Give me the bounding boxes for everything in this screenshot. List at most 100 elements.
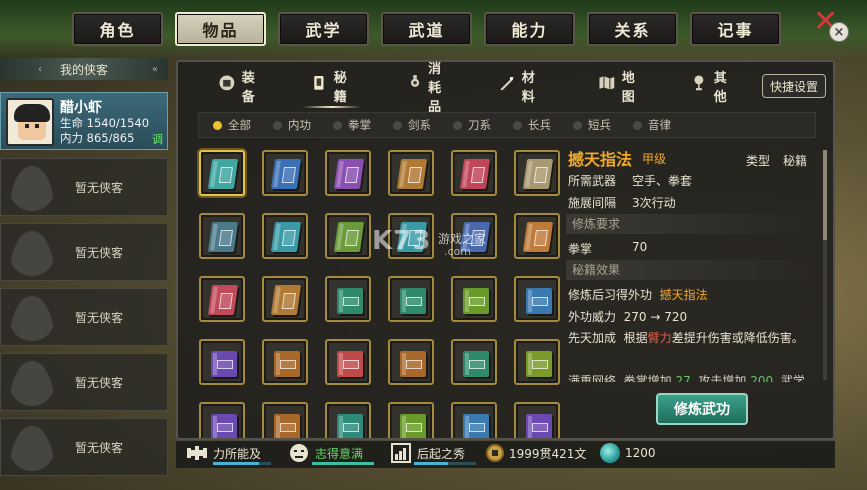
sub-tab-5[interactable]: 其他 (690, 66, 733, 106)
filter-3[interactable]: 剑系 (393, 117, 453, 133)
cutoff-row: 满重网络 拳掌增加 27 攻击增加 200 武学 (568, 374, 805, 382)
tab-5[interactable]: 关系 (587, 12, 678, 46)
sub-tab-1[interactable]: 秘籍 (301, 66, 362, 108)
sub-tab-label: 其他 (713, 71, 727, 105)
book-slot[interactable] (514, 213, 560, 259)
book-icon (270, 222, 302, 252)
book-slot[interactable] (388, 339, 434, 385)
radio-dot-icon (513, 120, 522, 130)
sub-tab-3[interactable]: 材料 (498, 66, 541, 106)
book-icon (526, 288, 552, 314)
book-slot[interactable] (325, 276, 371, 322)
filter-label: 刀系 (468, 118, 491, 132)
book-slot[interactable] (451, 150, 497, 196)
empty-hero-slot[interactable]: 暂无侠客 (0, 353, 168, 411)
scroll-icon (310, 74, 328, 98)
book-slot[interactable] (325, 150, 371, 196)
practice-skill-button[interactable]: 修炼武功 (656, 393, 748, 425)
book-slot[interactable] (262, 402, 308, 438)
empty-hero-slot[interactable]: 暂无侠客 (0, 158, 168, 216)
watermark-domain: .com (444, 245, 471, 258)
detail-scrollbar[interactable] (823, 150, 827, 380)
book-icon (270, 159, 302, 189)
book-icon (463, 351, 489, 377)
book-slot[interactable] (199, 402, 245, 438)
watermark-logo: K73 (372, 226, 432, 256)
tab-4[interactable]: 能力 (484, 12, 575, 46)
req-row: 拳掌 70 (568, 240, 648, 256)
filter-6[interactable]: 短兵 (573, 117, 633, 133)
status-mood[interactable]: 志得意满 (288, 442, 363, 464)
roster-title-label: 我的侠客 (59, 62, 108, 77)
tab-6[interactable]: 记事 (690, 12, 781, 46)
jade-icon (600, 443, 620, 463)
book-slot[interactable] (325, 339, 371, 385)
filter-2[interactable]: 拳掌 (333, 117, 393, 133)
quick-settings-button[interactable]: 快捷设置 (762, 74, 826, 98)
empty-hero-slot[interactable]: 暂无侠客 (0, 223, 168, 281)
filter-label: 全部 (228, 118, 251, 132)
status-strength[interactable]: 力所能及 (186, 442, 261, 464)
avatar (6, 98, 54, 146)
filter-7[interactable]: 音律 (633, 117, 693, 133)
silhouette-icon (9, 230, 55, 276)
tab-2[interactable]: 武学 (278, 12, 369, 46)
sub-tab-2[interactable]: 消耗品 (408, 62, 451, 115)
interval-row: 施展间隔 3次行动 (568, 196, 676, 210)
empty-hero-slot[interactable]: 暂无侠客 (0, 418, 168, 476)
filter-1[interactable]: 内功 (273, 117, 333, 133)
book-slot[interactable] (199, 339, 245, 385)
book-slot[interactable] (451, 339, 497, 385)
book-slot[interactable] (199, 150, 245, 196)
book-slot[interactable] (514, 339, 560, 385)
book-slot[interactable] (514, 276, 560, 322)
req-section: 修炼要求 (566, 214, 816, 234)
book-icon (333, 159, 365, 189)
radio-dot-icon (453, 120, 462, 130)
filter-0[interactable]: 全部 (213, 117, 273, 133)
strength-icon (187, 446, 207, 460)
book-slot[interactable] (388, 150, 434, 196)
filter-4[interactable]: 刀系 (453, 117, 513, 133)
armor-icon (218, 74, 236, 98)
sub-tab-0[interactable]: 装备 (218, 66, 261, 106)
book-icon (522, 159, 554, 189)
hero-card[interactable]: 醋小虾 生命 1540/1540 内力 865/865 调 (0, 92, 168, 150)
book-slot[interactable] (199, 213, 245, 259)
sub-tab-label: 地图 (621, 71, 635, 105)
book-slot[interactable] (325, 213, 371, 259)
sub-tab-4[interactable]: 地图 (598, 66, 641, 106)
close-button[interactable]: ✕ × (813, 4, 849, 44)
skill-grade: 甲级 (642, 152, 667, 166)
status-money: 1999贯421文 (486, 442, 586, 464)
silhouette-icon (9, 360, 55, 406)
book-slot[interactable] (262, 339, 308, 385)
book-slot[interactable] (451, 402, 497, 438)
empty-hero-slot[interactable]: 暂无侠客 (0, 288, 168, 346)
empty-slot-label: 暂无侠客 (75, 311, 124, 325)
book-slot[interactable] (451, 276, 497, 322)
book-slot[interactable] (262, 213, 308, 259)
tab-1[interactable]: 物品 (175, 12, 266, 46)
radio-dot-icon (333, 120, 342, 130)
tab-0[interactable]: 角色 (72, 12, 163, 46)
filter-label: 内功 (288, 118, 311, 132)
book-slot[interactable] (388, 276, 434, 322)
book-slot[interactable] (262, 276, 308, 322)
book-icon (526, 414, 552, 438)
status-rank[interactable]: 后起之秀 (390, 442, 465, 464)
chevron-left-icon: ‹ (38, 63, 42, 75)
book-icon (396, 159, 428, 189)
radio-dot-icon (573, 120, 582, 130)
book-slot[interactable] (388, 402, 434, 438)
book-slot[interactable] (262, 150, 308, 196)
book-slot[interactable] (199, 276, 245, 322)
tab-3[interactable]: 武道 (381, 12, 472, 46)
power-row: 外功威力 270 → 720 (568, 310, 688, 324)
book-slot[interactable] (514, 402, 560, 438)
empty-slot-label: 暂无侠客 (75, 181, 124, 195)
tune-button[interactable]: 调 (152, 131, 163, 147)
filter-5[interactable]: 长兵 (513, 117, 573, 133)
book-slot[interactable] (514, 150, 560, 196)
book-slot[interactable] (325, 402, 371, 438)
